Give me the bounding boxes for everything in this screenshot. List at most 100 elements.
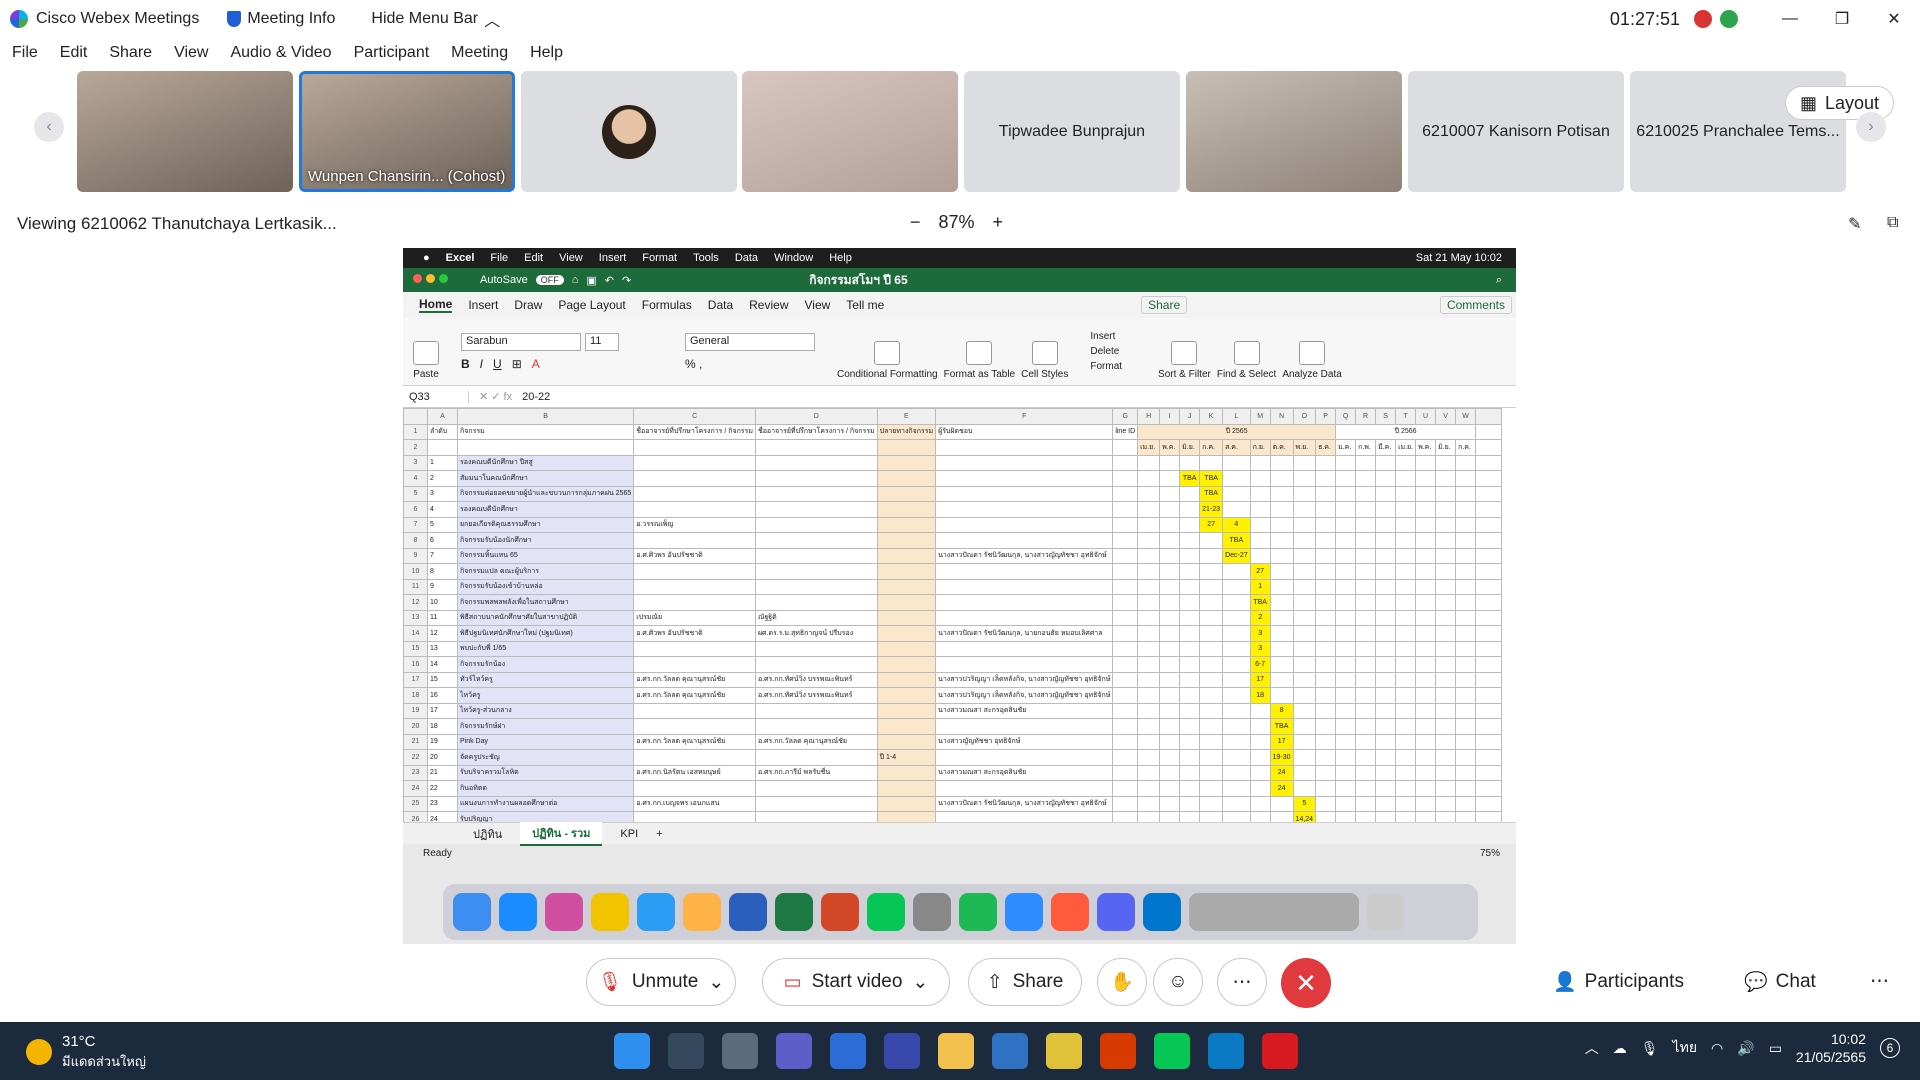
menu-edit[interactable]: Edit (60, 44, 88, 62)
unmute-button[interactable]: 🎙 Unmute ⌄ (586, 958, 736, 1006)
reactions-button[interactable]: ☺ (1153, 958, 1203, 1006)
participant-tile[interactable]: Tipwadee Bunprajun (964, 71, 1180, 192)
activity-cell: กิจกรรมต่อยอดขยายผู้นำและขบวนการกลุ่มภาค… (456, 485, 635, 502)
cell (1315, 470, 1337, 487)
header-cell (1475, 423, 1503, 440)
start-icon[interactable] (614, 1033, 650, 1069)
notification-badge[interactable]: 6 (1880, 1038, 1900, 1058)
close-window-button[interactable]: ✕ (1868, 9, 1920, 29)
month-cell: ต.ค. (1269, 439, 1294, 456)
cell (1292, 454, 1317, 471)
menu-file[interactable]: File (12, 44, 38, 62)
search-icon[interactable] (668, 1033, 704, 1069)
chevron-down-icon[interactable]: ⌄ (708, 971, 724, 994)
tray-chevron-icon[interactable]: ︿ (1585, 1038, 1599, 1058)
whiteboard-icon[interactable] (884, 1033, 920, 1069)
cell: อ.ศร.กก.ทัศน์วิ่ง บรรพณะพินทร์ (754, 671, 878, 688)
leave-meeting-button[interactable]: ✕ (1281, 958, 1331, 1008)
cell (1179, 578, 1201, 595)
chevron-down-icon[interactable]: ⌄ (912, 971, 928, 994)
wifi-icon[interactable]: ◠ (1711, 1040, 1723, 1057)
menu-meeting[interactable]: Meeting (451, 44, 508, 62)
participant-tile[interactable] (521, 71, 737, 192)
mac-datetime: Sat 21 May 10:02 (1415, 252, 1502, 264)
chevron-left-icon[interactable]: ‹ (34, 112, 64, 142)
cell (1395, 594, 1417, 611)
webex-logo-icon (10, 10, 28, 28)
cloud-icon[interactable]: ☁ (1613, 1040, 1627, 1057)
participant-tile[interactable] (742, 71, 958, 192)
cell: ปี 1-4 (876, 749, 937, 766)
network-stats-icon[interactable] (1720, 10, 1738, 28)
cell (1475, 516, 1503, 533)
start-video-button[interactable]: ▭ Start video ⌄ (762, 958, 950, 1006)
participant-tile[interactable] (77, 71, 293, 192)
participant-tile[interactable] (1186, 71, 1402, 192)
tray-clock[interactable]: 10:02 21/05/2565 (1796, 1030, 1866, 1066)
participants-button[interactable]: 👤 Participants (1553, 970, 1684, 994)
volume-icon[interactable]: 🔊 (1737, 1040, 1754, 1057)
participant-tile[interactable]: 6210007 Kanisorn Potisan (1408, 71, 1624, 192)
notepad-icon[interactable] (830, 1033, 866, 1069)
recording-icon[interactable] (1694, 10, 1712, 28)
cell (1315, 625, 1337, 642)
menu-share[interactable]: Share (109, 44, 152, 62)
zoom-in-button[interactable]: + (993, 212, 1004, 233)
battery-icon[interactable]: ▭ (1769, 1040, 1782, 1057)
shared-screen: ● Excel File Edit View Insert Format Too… (403, 248, 1516, 944)
cell (1112, 811, 1139, 822)
cell (1435, 640, 1457, 657)
cell (1335, 671, 1357, 688)
cell (1475, 764, 1503, 781)
menu-help[interactable]: Help (530, 44, 563, 62)
file-explorer-icon[interactable] (938, 1033, 974, 1069)
more-options-button[interactable]: ⋯ (1217, 958, 1267, 1006)
language-indicator[interactable]: ไทย (1673, 1037, 1697, 1059)
hide-menu-bar-button[interactable]: Hide Menu Bar ︿ (371, 7, 500, 31)
webex-taskbar-icon[interactable] (1208, 1033, 1244, 1069)
cell (1292, 470, 1317, 487)
cell (1315, 656, 1337, 673)
mac-menu-help: Help (829, 252, 852, 264)
cell (1137, 594, 1161, 611)
row-header: 2 (403, 439, 428, 456)
task-view-icon[interactable] (722, 1033, 758, 1069)
participant-tile-active[interactable]: Wunpen Chansirin... (Cohost) (299, 71, 515, 192)
store-icon[interactable] (992, 1033, 1028, 1069)
line-taskbar-icon[interactable] (1154, 1033, 1190, 1069)
zoom-out-button[interactable]: − (910, 212, 921, 233)
popout-icon[interactable]: ⧉ (1887, 214, 1898, 232)
mic-tray-icon[interactable]: 🎙 (1641, 1040, 1659, 1057)
cell (1222, 733, 1251, 750)
month-cell: มี.ค. (1375, 439, 1397, 456)
raise-hand-button[interactable]: ✋ (1097, 958, 1147, 1006)
cell (633, 749, 756, 766)
menu-participant[interactable]: Participant (354, 44, 430, 62)
menu-audio-video[interactable]: Audio & Video (230, 44, 331, 62)
conditional-formatting-icon (874, 340, 901, 365)
panel-options-icon[interactable]: ⋯ (1870, 970, 1889, 993)
cell (1395, 485, 1417, 502)
chevron-right-icon[interactable]: › (1856, 112, 1886, 142)
cell (1199, 764, 1224, 781)
annotate-icon[interactable]: ✎ (1848, 214, 1861, 234)
cell (1375, 609, 1397, 626)
mac-menu-edit: Edit (524, 252, 544, 264)
share-button[interactable]: ⇧ Share (968, 958, 1082, 1006)
cell (1112, 687, 1139, 704)
meeting-info-button[interactable]: Meeting Info (227, 10, 335, 28)
office-icon[interactable] (1100, 1033, 1136, 1069)
cell (1179, 764, 1201, 781)
minimize-button[interactable]: — (1764, 10, 1816, 28)
menu-view[interactable]: View (174, 44, 208, 62)
cell (1415, 485, 1437, 502)
acrobat-icon[interactable] (1262, 1033, 1298, 1069)
cell: นางสาวมณสา สะกรอุดสินชัย (935, 702, 1114, 719)
highlight-cell: 27 (1199, 516, 1224, 533)
restore-button[interactable]: ❐ (1816, 9, 1868, 29)
chrome-taskbar-icon[interactable] (1046, 1033, 1082, 1069)
format-cells: Format (1090, 361, 1123, 372)
chat-button[interactable]: 💬 Chat (1744, 970, 1816, 994)
teams-chat-icon[interactable] (776, 1033, 812, 1069)
weather-widget[interactable]: 31°C มีแดดส่วนใหญ่ (26, 1032, 146, 1072)
